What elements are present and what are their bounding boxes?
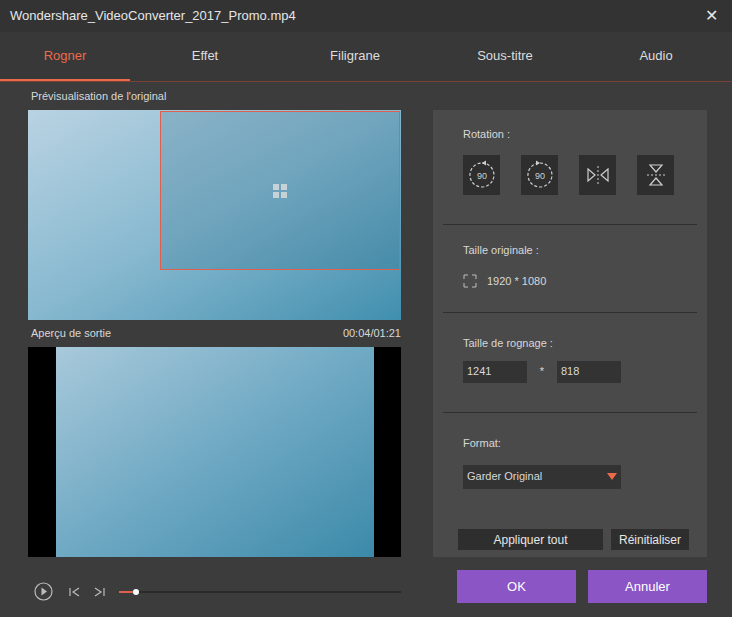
crop-size-label: Taille de rognage : [463,335,677,352]
original-size-value: 1920 * 1080 [487,273,546,290]
action-row: Appliquer tout Réinitialiser [443,529,697,557]
crop-size-section: Taille de rognage : 1241*818 [443,313,697,413]
format-label: Format: [463,435,677,452]
rotation-label: Rotation : [463,126,677,143]
settings-panel: Rotation : 90 90 Taille originale : 1920 * 1… [433,110,707,557]
svg-text:90: 90 [534,171,544,181]
resize-icon [463,274,477,288]
tab[interactable]: Filigrane [280,32,430,81]
format-dropdown[interactable]: Garder Original [463,465,621,489]
dialog-body: Prévisualisation de l'original Aperçu de … [0,82,732,617]
tab[interactable]: Effet [130,32,280,81]
dialog-button[interactable]: OK [457,570,576,603]
flip-horizontal-button[interactable] [579,155,616,195]
tab[interactable]: Sous-titre [430,32,580,81]
output-preview-label: Aperçu de sortie [28,325,111,342]
rotate-left-icon: 90 [467,160,497,190]
tab[interactable]: Audio [580,32,732,81]
seek-knob[interactable] [133,589,139,595]
window-title: Wondershare_VideoConverter_2017_Promo.mp… [10,6,296,26]
size-separator: * [527,363,557,380]
crop-rectangle[interactable] [160,111,400,270]
dropdown-arrow-icon [607,473,617,480]
dialog-buttons: OK Annuler [433,570,707,603]
format-section: Format: Garder Original [443,413,697,529]
settings-column: Rotation : 90 90 Taille originale : 1920 * 1… [433,82,707,557]
seek-bar[interactable] [119,591,401,593]
crop-handle-icon[interactable] [273,184,287,198]
play-icon[interactable] [34,582,53,601]
dialog-button[interactable]: Annuler [588,570,707,603]
original-size-label: Taille originale : [463,242,677,259]
tab[interactable]: Rogner [0,32,130,81]
player-controls [28,570,401,603]
time-reading: 00:04/01:21 [343,325,401,342]
preview-column: Prévisualisation de l'original Aperçu de … [28,82,401,557]
action-button[interactable]: Réinitialiser [611,529,689,550]
crop-dialog: Wondershare_VideoConverter_2017_Promo.mp… [0,0,732,617]
flip-vertical-icon [641,160,671,190]
output-frame [56,347,374,557]
next-frame-icon[interactable] [91,586,107,598]
original-preview-label: Prévisualisation de l'original [28,88,166,105]
crop-height-input[interactable]: 818 [557,361,621,383]
original-size-section: Taille originale : 1920 * 1080 [443,225,697,313]
rotate-right-button[interactable]: 90 [521,155,558,195]
flip-vertical-button[interactable] [637,155,674,195]
svg-text:90: 90 [476,171,486,181]
close-button[interactable]: ✕ [701,4,722,28]
flip-horizontal-icon [583,160,613,190]
rotate-left-button[interactable]: 90 [463,155,500,195]
output-preview [28,347,401,557]
tab-bar: RognerEffetFiligraneSous-titreAudio [0,32,732,82]
crop-width-input[interactable]: 1241 [463,361,527,383]
rotate-right-icon: 90 [525,160,555,190]
previous-frame-icon[interactable] [67,586,83,598]
rotation-section: Rotation : 90 90 [443,110,697,225]
action-button[interactable]: Appliquer tout [458,529,603,550]
title-bar: Wondershare_VideoConverter_2017_Promo.mp… [0,0,732,32]
original-preview [28,110,401,320]
